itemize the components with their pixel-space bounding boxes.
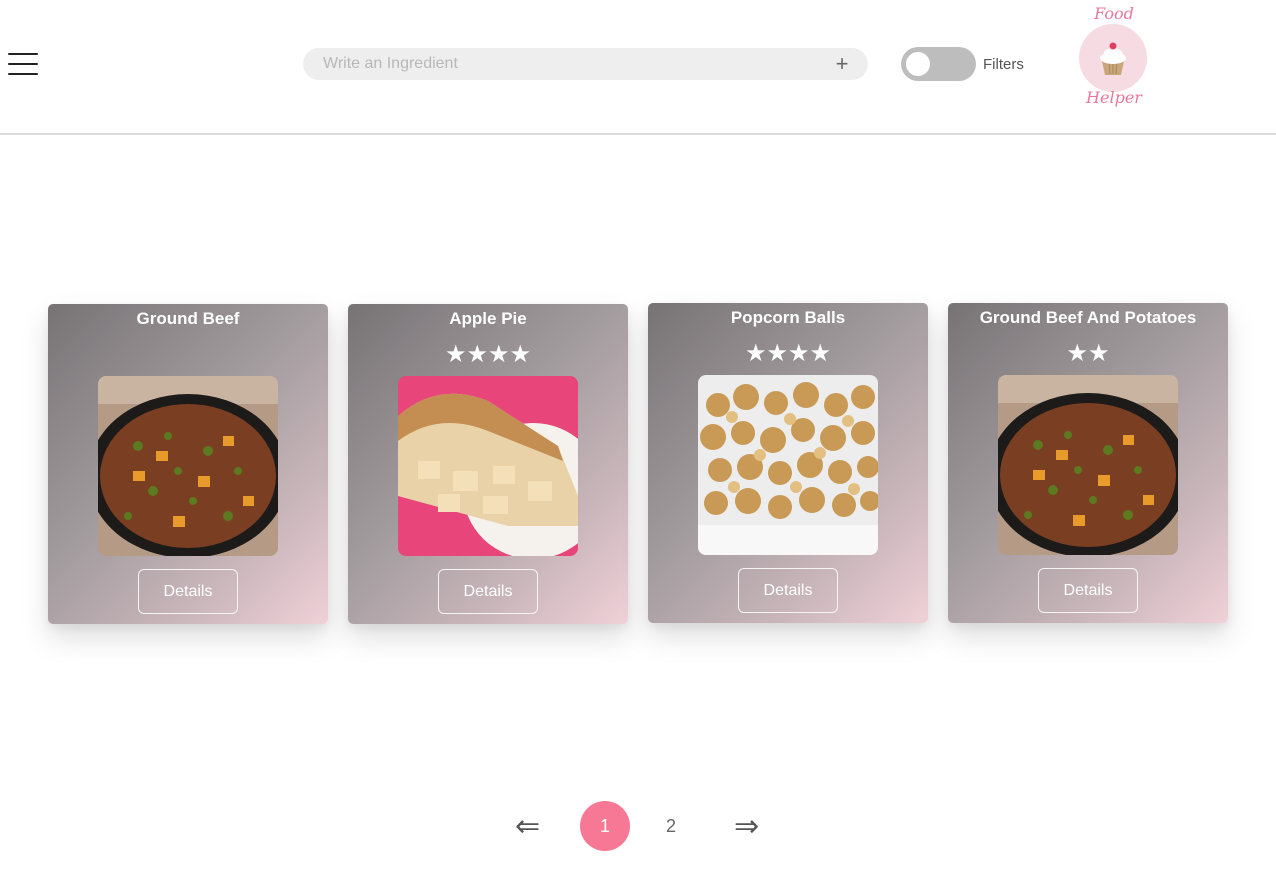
add-ingredient-button[interactable]: + — [830, 51, 854, 77]
recipe-image[interactable] — [998, 375, 1178, 555]
page-2-button[interactable]: 2 — [646, 801, 696, 851]
recipe-title: Popcorn Balls — [730, 308, 846, 327]
food-helper-logo[interactable]: Food Helper — [1072, 4, 1156, 110]
toggle-knob — [906, 52, 930, 76]
recipe-title: Ground Beef And Potatoes — [979, 308, 1197, 327]
recipe-rating-stars: ★★★★ — [744, 340, 832, 367]
app-root: + Filters Food Helper Groun — [0, 0, 1276, 887]
details-button[interactable]: Details — [438, 569, 538, 614]
ingredient-input[interactable] — [303, 48, 823, 80]
next-page-arrow-icon[interactable]: ⇒ — [734, 809, 759, 845]
recipe-rating-stars: ★★★★ — [444, 341, 532, 368]
page-1-button[interactable]: 1 — [580, 801, 630, 851]
recipe-card: Ground Beef Details — [48, 304, 328, 624]
details-button[interactable]: Details — [1038, 568, 1138, 613]
filters-label: Filters — [983, 56, 1024, 73]
menu-icon[interactable] — [8, 53, 38, 76]
previous-page-arrow-icon[interactable]: ⇐ — [515, 809, 540, 845]
details-button[interactable]: Details — [738, 568, 838, 613]
details-button[interactable]: Details — [138, 569, 238, 614]
recipe-rating-stars: ★★ — [1066, 340, 1110, 367]
recipe-image[interactable] — [98, 376, 278, 556]
filters-toggle[interactable] — [901, 47, 976, 81]
recipe-image[interactable] — [398, 376, 578, 556]
top-header: + Filters Food Helper — [0, 0, 1276, 135]
cupcake-icon — [1100, 42, 1126, 75]
recipe-title: Apple Pie — [449, 309, 527, 328]
logo-text-bottom: Helper — [1086, 88, 1142, 107]
ingredient-search-bar: + — [303, 48, 868, 80]
recipe-title: Ground Beef — [136, 309, 240, 328]
logo-text-top: Food — [1094, 4, 1134, 23]
logo-badge — [1079, 24, 1147, 92]
recipe-card: Popcorn Balls ★★★★ Details — [648, 303, 928, 623]
recipe-image[interactable] — [698, 375, 878, 555]
recipe-card: Ground Beef And Potatoes ★★ Details — [948, 303, 1228, 623]
recipe-card: Apple Pie ★★★★ Details — [348, 304, 628, 624]
